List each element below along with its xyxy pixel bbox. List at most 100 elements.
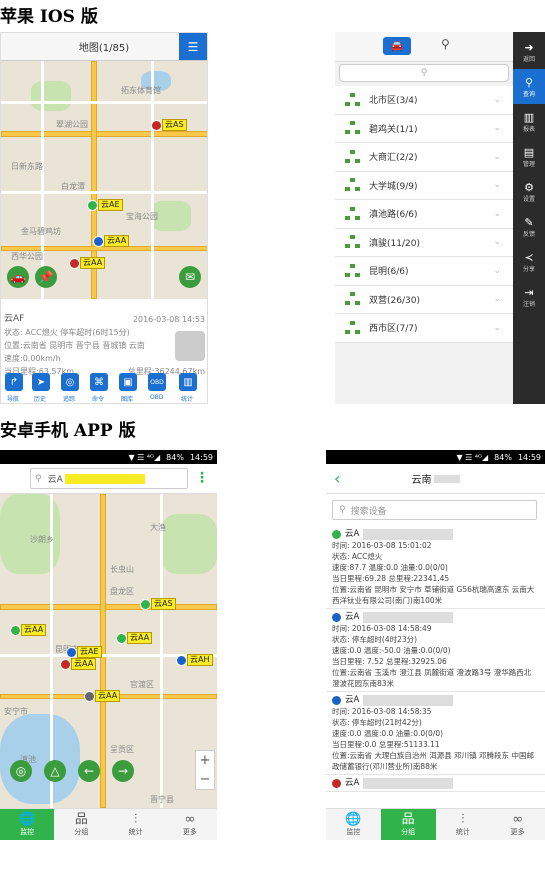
tab-group[interactable]: 品分组 <box>380 809 436 840</box>
device-record[interactable]: 云A 时间: 2016-03-08 14:58:35 状态: 停车超时(21时4… <box>326 692 545 775</box>
chevron-down-icon: ⌄ <box>493 94 501 105</box>
record-status: 状态: 停车超时(4时23分) <box>332 635 418 644</box>
tab-monitor[interactable]: 🌐 监控 <box>326 809 381 840</box>
tab-monitor[interactable]: 🌐 监控 <box>0 809 55 840</box>
prev-fab-button[interactable]: ← <box>78 760 100 782</box>
vehicle-marker[interactable]: 云AA <box>93 235 130 247</box>
sidebar-label: 查询 <box>522 90 535 98</box>
record-status: 状态: ACC熄火 <box>332 552 383 561</box>
sidebar-feedback[interactable]: ✎ 反馈 <box>513 209 545 244</box>
history-button[interactable]: ➤ <box>32 373 50 391</box>
zoom-control: + − <box>195 750 215 790</box>
vehicle-status-icon <box>87 199 98 211</box>
redacted-title <box>433 474 460 483</box>
car-tab-button[interactable]: 🚘 <box>383 37 411 55</box>
vehicle-marker[interactable]: 云AA <box>10 624 47 636</box>
vehicle-marker[interactable]: 云AS <box>151 119 187 131</box>
vehicle-marker[interactable]: 云AA <box>60 658 97 670</box>
car-fab-button[interactable]: 🚗 <box>7 266 29 288</box>
group-item[interactable]: 昆明(6/6) ⌄ <box>335 257 513 286</box>
tab-stats[interactable]: ⫶ 统计 <box>436 809 491 840</box>
status-dot-icon <box>332 696 341 705</box>
map-place-label: 宝海公园 <box>126 212 158 221</box>
battery-level: 84% <box>166 452 184 462</box>
group-item[interactable]: 大商汇(2/2) ⌄ <box>335 143 513 172</box>
device-name: 云A <box>345 529 360 539</box>
sidebar-query[interactable]: ⚲ 查询 <box>513 69 545 104</box>
command-button[interactable]: ⌘ <box>90 373 108 391</box>
message-fab-button[interactable]: ✉ <box>179 266 201 288</box>
map-place-label: 官渡区 <box>130 680 154 689</box>
mail-icon: ✉ <box>184 270 196 284</box>
device-record[interactable]: 云A 时间: 2016-03-08 15:01:02 状态: ACC熄火 速度:… <box>326 526 545 609</box>
device-record[interactable]: 云A <box>326 775 545 792</box>
sidebar-share[interactable]: ≺ 分享 <box>513 244 545 279</box>
arrow-right-icon: → <box>117 764 129 778</box>
vehicle-name: 云AF <box>4 314 25 324</box>
back-button[interactable]: ‹ <box>334 469 340 488</box>
vehicle-marker[interactable]: 云AE <box>87 199 123 211</box>
group-item[interactable]: 西市区(7/7) ⌄ <box>335 314 513 343</box>
list-toggle-button[interactable]: ☰ <box>179 33 207 60</box>
sidebar-manage[interactable]: ▤ 管理 <box>513 139 545 174</box>
group-item[interactable]: 北市区(3/4) ⌄ <box>335 86 513 115</box>
pin-fab-button[interactable]: 📌 <box>35 266 57 288</box>
sidebar-logout[interactable]: ⇥ 注销 <box>513 279 545 314</box>
ios-map-screen: 地图(1/85) ☰ 拓东体育馆 翠湖公园 宝海公园 日新东路 白龙潭 金马碧鸡… <box>0 32 208 404</box>
android-map-view[interactable]: 沙朗乡 大渔 长虫山 昆明市 盘龙区 官渡区 呈贡区 滇池 晋宁县 安宁市 云A… <box>0 494 217 808</box>
vehicle-marker-label: 云AA <box>80 257 106 269</box>
map-place-label: 拓东体育馆 <box>121 86 161 95</box>
sidebar-back[interactable]: ➜ 返回 <box>513 34 545 69</box>
group-item[interactable]: 大学城(9/9) ⌄ <box>335 171 513 200</box>
tab-more[interactable]: ∞ 更多 <box>490 809 545 840</box>
group-item[interactable]: 碧鸡关(1/1) ⌄ <box>335 114 513 143</box>
vehicle-marker-label: 云AS <box>162 119 187 131</box>
stats-button[interactable]: ▥ <box>179 373 197 391</box>
group-search-input[interactable]: ⚲ <box>339 64 509 82</box>
obd-button[interactable]: OBD <box>148 373 166 391</box>
device-record[interactable]: 云A 时间: 2016-03-08 14:58:49 状态: 停车超时(4时23… <box>326 609 545 692</box>
tab-stats[interactable]: ⫶ 统计 <box>109 809 163 840</box>
vehicle-marker[interactable]: 云AS <box>140 598 176 610</box>
next-fab-button[interactable]: → <box>112 760 134 782</box>
group-item[interactable]: 滇池路(6/6) ⌄ <box>335 200 513 229</box>
vehicle-marker[interactable]: 云AA <box>116 632 153 644</box>
more-menu-button[interactable]: ⋮ <box>195 470 209 486</box>
zoom-out-button[interactable]: − <box>200 772 211 787</box>
tab-more[interactable]: ∞ 更多 <box>163 809 217 840</box>
vehicle-marker[interactable]: 云AA <box>84 690 121 702</box>
toolbar-label: OBD <box>150 394 164 401</box>
device-search-input[interactable]: ⚲ 搜索设备 <box>332 500 537 520</box>
tab-label: 分组 <box>401 828 416 836</box>
toolbar-label: 导航 <box>7 396 20 403</box>
vehicle-thumbnail[interactable] <box>175 331 205 361</box>
location-tab-button[interactable]: ⚲ <box>441 37 450 51</box>
gallery-button[interactable]: ▣ <box>119 373 137 391</box>
navigation-button[interactable]: ↱ <box>5 373 23 391</box>
zoom-in-button[interactable]: + <box>200 753 211 768</box>
sidebar-label: 反馈 <box>522 230 535 238</box>
vehicle-status-icon <box>116 632 127 644</box>
track-button[interactable]: ◎ <box>61 373 79 391</box>
vehicle-marker[interactable]: 云AE <box>66 646 102 658</box>
group-item[interactable]: 滇骏(11/20) ⌄ <box>335 228 513 257</box>
locate-fab-button[interactable]: ◎ <box>10 760 32 782</box>
map-place-label: 金马碧鸡坊 <box>21 227 61 236</box>
map-place-label: 沙朗乡 <box>30 535 54 544</box>
arrow-left-icon: ← <box>83 764 95 778</box>
triangle-fab-button[interactable]: △ <box>44 760 66 782</box>
tab-label: 分组 <box>74 828 89 836</box>
vehicle-marker[interactable]: 云AA <box>69 257 106 269</box>
group-item[interactable]: 双营(26/30) ⌄ <box>335 285 513 314</box>
record-mileage: 当日里程:0.0 总里程:51133.11 <box>332 740 440 749</box>
vehicle-status-icon <box>93 235 104 247</box>
vehicle-marker-label: 云AA <box>71 658 97 670</box>
vehicle-marker[interactable]: 云AH <box>176 654 213 666</box>
map-place-label: 大渔 <box>150 523 166 532</box>
sidebar-settings[interactable]: ⚙ 设置 <box>513 174 545 209</box>
ios-map-view[interactable]: 拓东体育馆 翠湖公园 宝海公园 日新东路 白龙潭 金马碧鸡坊 西华公园 云AS … <box>1 61 207 299</box>
vehicle-search-input[interactable]: ⚲ 云A <box>30 468 188 489</box>
tab-group[interactable]: 品分组 <box>54 809 108 840</box>
sidebar-report[interactable]: ▥ 报表 <box>513 104 545 139</box>
sidebar-label: 报表 <box>522 125 535 133</box>
